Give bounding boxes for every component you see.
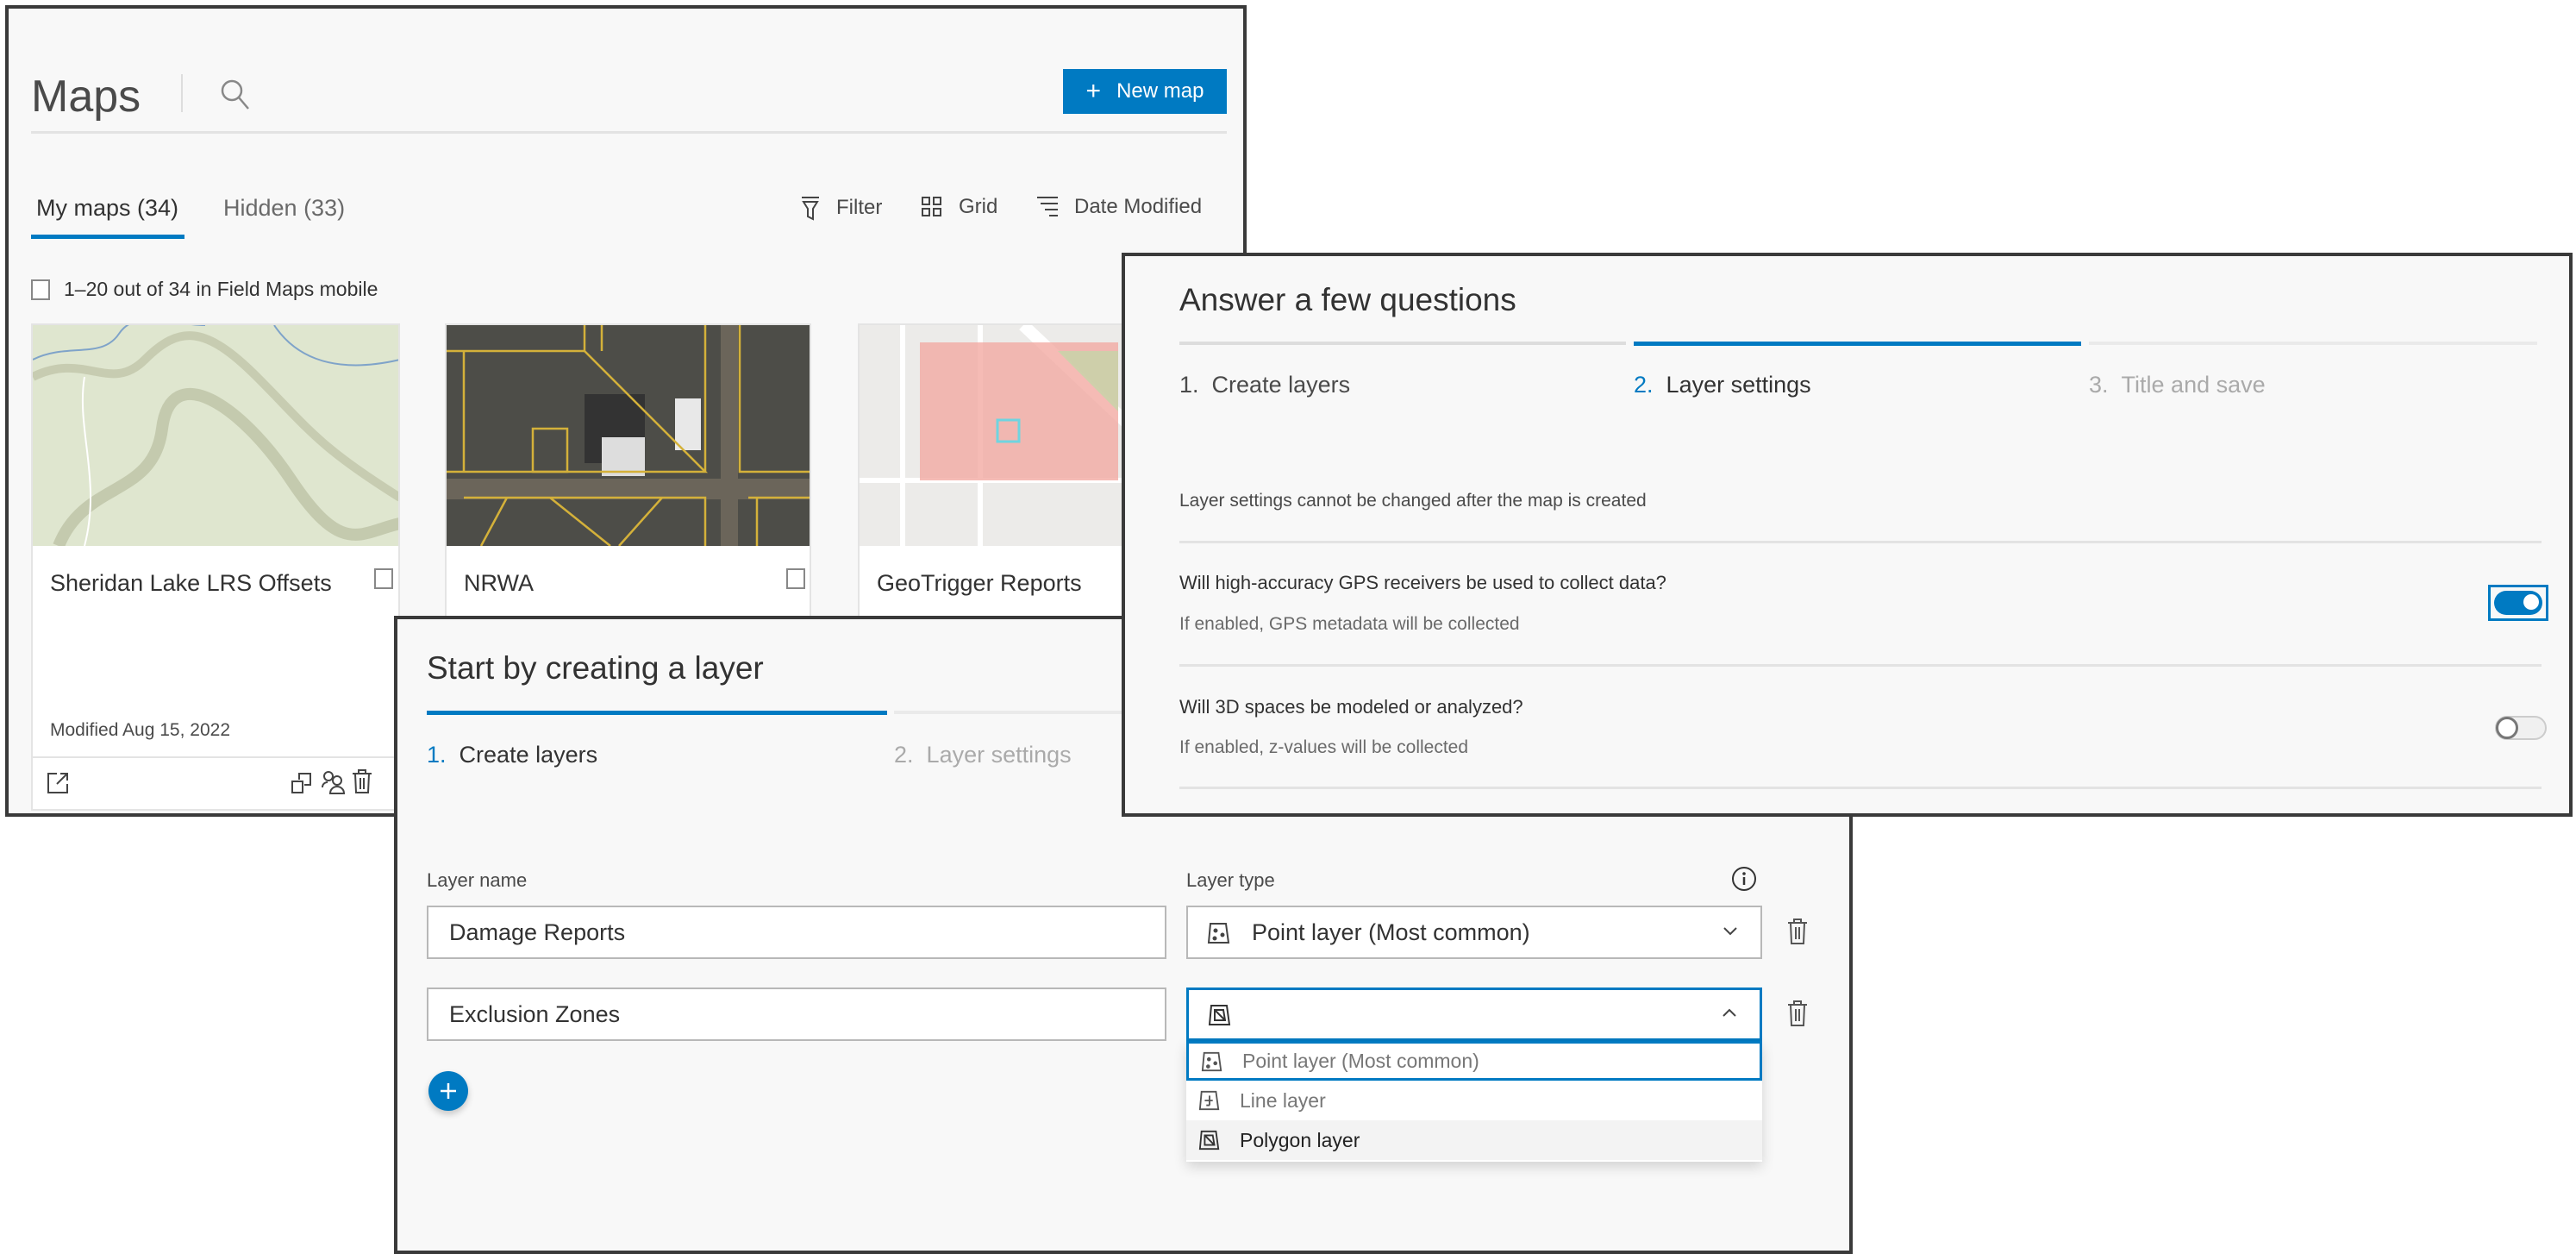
point-layer-icon [1207,921,1231,945]
step-2[interactable]: 2. Layer settings [894,742,1072,768]
tab-active-indicator [31,235,184,239]
page-title: Maps [31,72,141,122]
card-title[interactable]: Sheridan Lake LRS Offsets [50,570,332,597]
line-layer-icon [1198,1089,1221,1112]
point-layer-icon [1201,1050,1223,1073]
step-progress-3 [2089,342,2537,345]
plus-icon [440,1082,457,1100]
title-divider [181,74,183,112]
tab-hidden[interactable]: Hidden (33) [223,195,345,222]
settings-note: Layer settings cannot be changed after t… [1179,491,1647,511]
step-2[interactable]: 2. Layer settings [1634,372,1811,398]
card-title[interactable]: NRWA [464,570,534,597]
step-progress-1 [427,711,887,715]
step-progress-2 [1634,342,2081,346]
polygon-layer-icon [1198,1129,1221,1151]
3d-toggle[interactable] [2495,716,2547,740]
layer-type-header: Layer type [1186,869,1275,891]
step-progress-1 [1179,342,1626,345]
sort-button[interactable]: Date Modified [1036,195,1202,219]
panel-title: Start by creating a layer [427,650,764,686]
grid-button[interactable]: Grid [921,195,997,219]
layer-type-select[interactable] [1186,988,1762,1041]
question-3d: Will 3D spaces be modeled or analyzed? [1179,696,1523,718]
duplicate-icon[interactable] [291,772,312,794]
option-line-layer[interactable]: Line layer [1186,1081,1762,1120]
sort-icon [1036,195,1059,219]
grid-icon [921,196,943,218]
delete-layer-icon[interactable] [1787,918,1808,945]
info-icon[interactable] [1731,866,1757,892]
add-layer-button[interactable] [428,1071,468,1111]
select-all-checkbox[interactable] [31,279,50,300]
gps-toggle[interactable] [2488,585,2548,621]
card-modified-date: Modified Aug 15, 2022 [50,720,230,740]
hint-gps: If enabled, GPS metadata will be collect… [1179,614,1520,634]
step-1[interactable]: 1. Create layers [427,742,597,768]
divider [1179,787,2542,789]
layer-name-input[interactable]: Exclusion Zones [427,988,1166,1041]
trash-icon[interactable] [352,768,372,794]
search-icon[interactable] [219,78,253,112]
card-checkbox[interactable] [786,568,805,589]
layer-name-header: Layer name [427,869,528,891]
polygon-layer-icon [1208,1003,1232,1027]
card-footer-divider [33,756,400,758]
chevron-down-icon [1723,926,1738,937]
step-3[interactable]: 3. Title and save [2089,372,2266,398]
question-gps: Will high-accuracy GPS receivers be used… [1179,572,1666,593]
map-thumbnail [33,325,398,546]
hint-3d: If enabled, z-values will be collected [1179,737,1469,757]
layer-name-input[interactable]: Damage Reports [427,906,1166,959]
option-point-layer[interactable]: Point layer (Most common) [1186,1041,1762,1081]
delete-layer-icon[interactable] [1787,1000,1808,1027]
map-thumbnail [447,325,810,546]
filter-icon [800,195,821,221]
option-polygon-layer[interactable]: Polygon layer [1186,1120,1762,1160]
divider [1179,541,2542,543]
share-icon[interactable] [321,770,345,794]
divider [1179,664,2542,667]
tab-my-maps[interactable]: My maps (34) [36,195,178,222]
layer-settings-panel: Answer a few questions 1. Create layers … [1122,253,2573,817]
filter-button[interactable]: Filter [800,195,882,221]
card-title[interactable]: GeoTrigger Reports [877,570,1082,597]
select-all-label: 1–20 out of 34 in Field Maps mobile [64,278,378,300]
step-1[interactable]: 1. Create layers [1179,372,1350,398]
layer-type-select[interactable]: Point layer (Most common) [1186,906,1762,959]
new-map-button[interactable]: + New map [1063,69,1227,114]
panel-title: Answer a few questions [1179,282,1516,317]
layer-type-dropdown: Point layer (Most common) Line layer Pol… [1186,1041,1762,1162]
chevron-up-icon [1722,1007,1737,1018]
plus-icon: + [1085,77,1102,105]
map-card[interactable]: Sheridan Lake LRS Offsets Modified Aug 1… [31,323,400,811]
header-divider [31,131,1227,134]
open-external-icon[interactable] [47,772,69,794]
card-checkbox[interactable] [374,568,393,589]
